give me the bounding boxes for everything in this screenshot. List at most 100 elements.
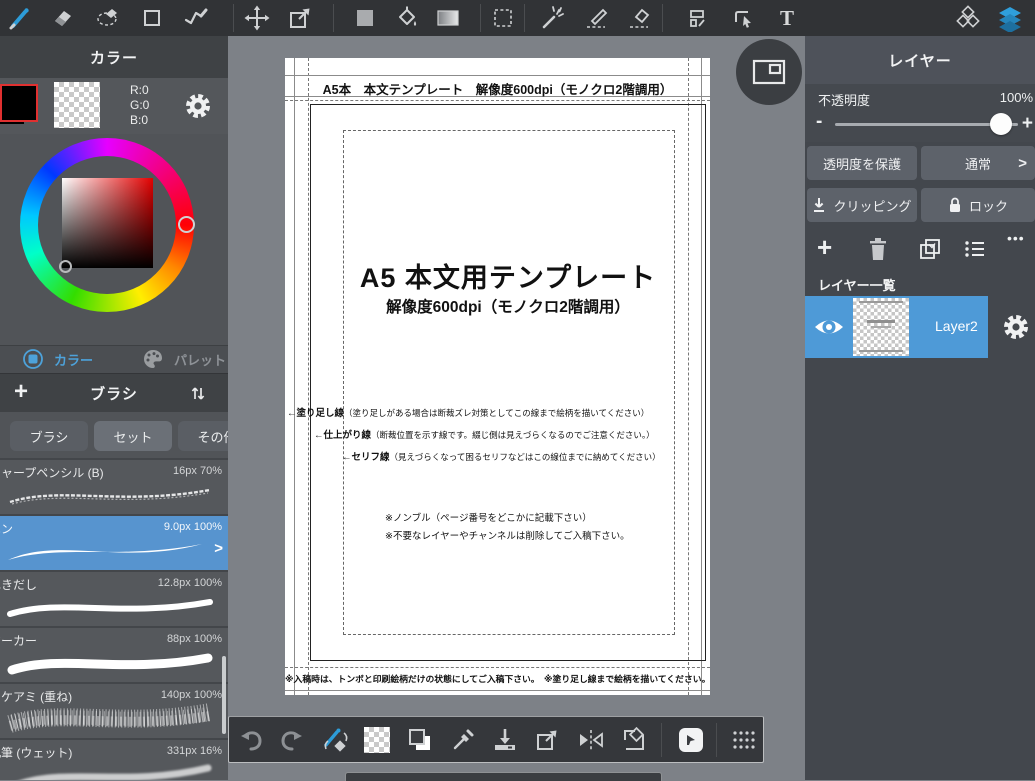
sv-cursor[interactable] — [59, 260, 72, 273]
clear-button[interactable] — [616, 722, 652, 758]
bottom-toolbar-divider — [716, 723, 717, 757]
clipping-button[interactable]: クリッピング — [807, 188, 917, 222]
grid-menu-button[interactable] — [725, 722, 761, 758]
brush-meta: 331px 16% — [167, 745, 222, 757]
pointer-badge-icon — [677, 726, 705, 754]
template-header-text: A5本 本文テンプレート 解像度600dpi（モノクロ2階調用） — [285, 79, 710, 98]
delete-layer-button[interactable] — [867, 237, 889, 261]
transparent-swatch-icon — [364, 727, 390, 753]
brush-row-pen[interactable]: ペン 9.0px 100% > — [0, 514, 228, 570]
brush-row-fukidashi[interactable]: ふきだし 12.8px 100% — [0, 570, 228, 626]
brush-meta: 88px 100% — [167, 633, 222, 645]
gradient-tool-button[interactable] — [431, 1, 465, 35]
layer-visibility-toggle[interactable] — [813, 313, 845, 341]
material-panel-button[interactable] — [951, 1, 985, 35]
layer-settings-button[interactable] — [1001, 312, 1031, 342]
tab-color[interactable]: カラー — [22, 348, 93, 370]
layers-panel-button[interactable] — [993, 1, 1027, 35]
move-tool-button[interactable] — [240, 1, 274, 35]
brush-eraser-toggle-icon — [320, 725, 350, 755]
brush-eraser-toggle-button[interactable] — [317, 722, 353, 758]
palette-icon — [142, 348, 164, 370]
hue-cursor[interactable] — [178, 216, 195, 233]
brush-sort-button[interactable] — [188, 383, 208, 403]
navigator-button[interactable] — [736, 39, 802, 105]
magic-wand-tool-button[interactable] — [536, 1, 570, 35]
color-swap-button[interactable] — [402, 722, 438, 758]
color-swatch-row: R:0 G:0 B:0 — [0, 78, 228, 134]
brush-row-round-wet[interactable]: 丸筆 (ウェット) 331px 16% — [0, 738, 228, 780]
brush-row-marker[interactable]: マーカー 88px 100% — [0, 626, 228, 682]
frame-divide-tool-button[interactable] — [683, 1, 717, 35]
eyedropper-icon — [451, 728, 475, 752]
redo-icon — [279, 728, 305, 752]
chevron-right-icon[interactable]: > — [214, 540, 223, 557]
clear-canvas-icon — [621, 727, 647, 753]
transparent-color-swatch[interactable] — [54, 82, 100, 128]
brush-row-sharp-pencil[interactable]: シャープペンシル (B) 16px 70% — [0, 458, 228, 514]
add-layer-button[interactable]: + — [817, 232, 832, 263]
export-transform-button[interactable] — [529, 722, 565, 758]
layers-panel-icon — [996, 4, 1024, 32]
save-button[interactable] — [487, 722, 523, 758]
layer-more-button[interactable]: ••• — [1007, 230, 1025, 246]
blend-mode-chevron-icon: > — [1018, 155, 1027, 172]
text-tool-button[interactable]: T — [770, 1, 804, 35]
saturation-value-square[interactable] — [62, 178, 153, 268]
protect-alpha-button[interactable]: 透明度を保護 — [807, 146, 917, 180]
opacity-label: 不透明度 — [818, 90, 870, 109]
opacity-plus-button[interactable]: + — [1022, 113, 1033, 135]
layer-row-layer2[interactable]: Layer2 — [805, 296, 988, 358]
operation-cursor-tool-button[interactable] — [726, 1, 760, 35]
add-brush-button[interactable]: + — [14, 378, 28, 406]
brush-tab-set[interactable]: セット — [94, 421, 172, 451]
color-settings-button[interactable] — [183, 91, 213, 121]
gear-icon — [1001, 312, 1031, 342]
rectangle-tool-button[interactable] — [135, 1, 169, 35]
save-download-icon — [492, 727, 518, 753]
shape-fill-tool-button[interactable] — [348, 1, 382, 35]
eraser-lasso-tool-button[interactable] — [91, 1, 125, 35]
opacity-section: 不透明度 100% - + — [805, 84, 1035, 142]
brush-list-scrollbar[interactable] — [222, 656, 226, 734]
opacity-slider-knob[interactable] — [990, 113, 1012, 135]
magic-wand-icon — [540, 5, 566, 31]
brush-tab-brush[interactable]: ブラシ — [10, 421, 88, 451]
layer-list-view-button[interactable] — [963, 238, 987, 260]
undo-button[interactable] — [233, 722, 269, 758]
trim-mark-horizontal-top — [285, 75, 710, 76]
lock-button[interactable]: ロック — [921, 188, 1035, 222]
layer-thumbnail — [853, 298, 909, 356]
blend-mode-button[interactable]: 通常 > — [921, 146, 1035, 180]
redo-button[interactable] — [274, 722, 310, 758]
paintbrush-tool-button[interactable] — [3, 1, 37, 35]
canvas-document[interactable]: A5本 本文テンプレート 解像度600dpi（モノクロ2階調用） A5 本文用テ… — [285, 58, 710, 695]
brush-row-kakeami[interactable]: カケアミ (重ね) 140px 100% — [0, 682, 228, 738]
pointer-badge-button[interactable] — [673, 722, 709, 758]
color-tab-label: カラー — [54, 350, 93, 369]
flip-horizontal-button[interactable] — [573, 722, 609, 758]
bucket-fill-tool-button[interactable] — [390, 1, 424, 35]
text-tool-icon: T — [780, 6, 794, 31]
transform-tool-button[interactable] — [283, 1, 317, 35]
brush-panel-title: ブラシ — [90, 383, 138, 404]
rect-select-tool-button[interactable] — [486, 1, 520, 35]
brush-stroke-preview — [0, 698, 222, 738]
brush-tab-other[interactable]: その他 — [178, 421, 228, 451]
bottom-toolbar-divider — [661, 723, 662, 757]
shape-fill-icon — [353, 6, 377, 30]
brush-stroke-preview — [0, 758, 222, 780]
duplicate-layer-button[interactable] — [918, 237, 942, 261]
opacity-minus-button[interactable]: - — [816, 111, 822, 133]
eyedropper-button[interactable] — [445, 722, 481, 758]
trash-icon — [867, 237, 889, 261]
transparent-color-button[interactable] — [359, 722, 395, 758]
select-eraser-tool-button[interactable] — [623, 1, 657, 35]
brush-stroke-preview — [0, 478, 222, 512]
tab-palette[interactable]: パレット — [142, 348, 226, 370]
eraser-tool-button[interactable] — [46, 1, 80, 35]
polyline-tool-button[interactable] — [179, 1, 213, 35]
select-pen-tool-button[interactable] — [580, 1, 614, 35]
foreground-color-swatch[interactable] — [0, 84, 38, 122]
brush-tab-brush-label: ブラシ — [30, 427, 69, 446]
